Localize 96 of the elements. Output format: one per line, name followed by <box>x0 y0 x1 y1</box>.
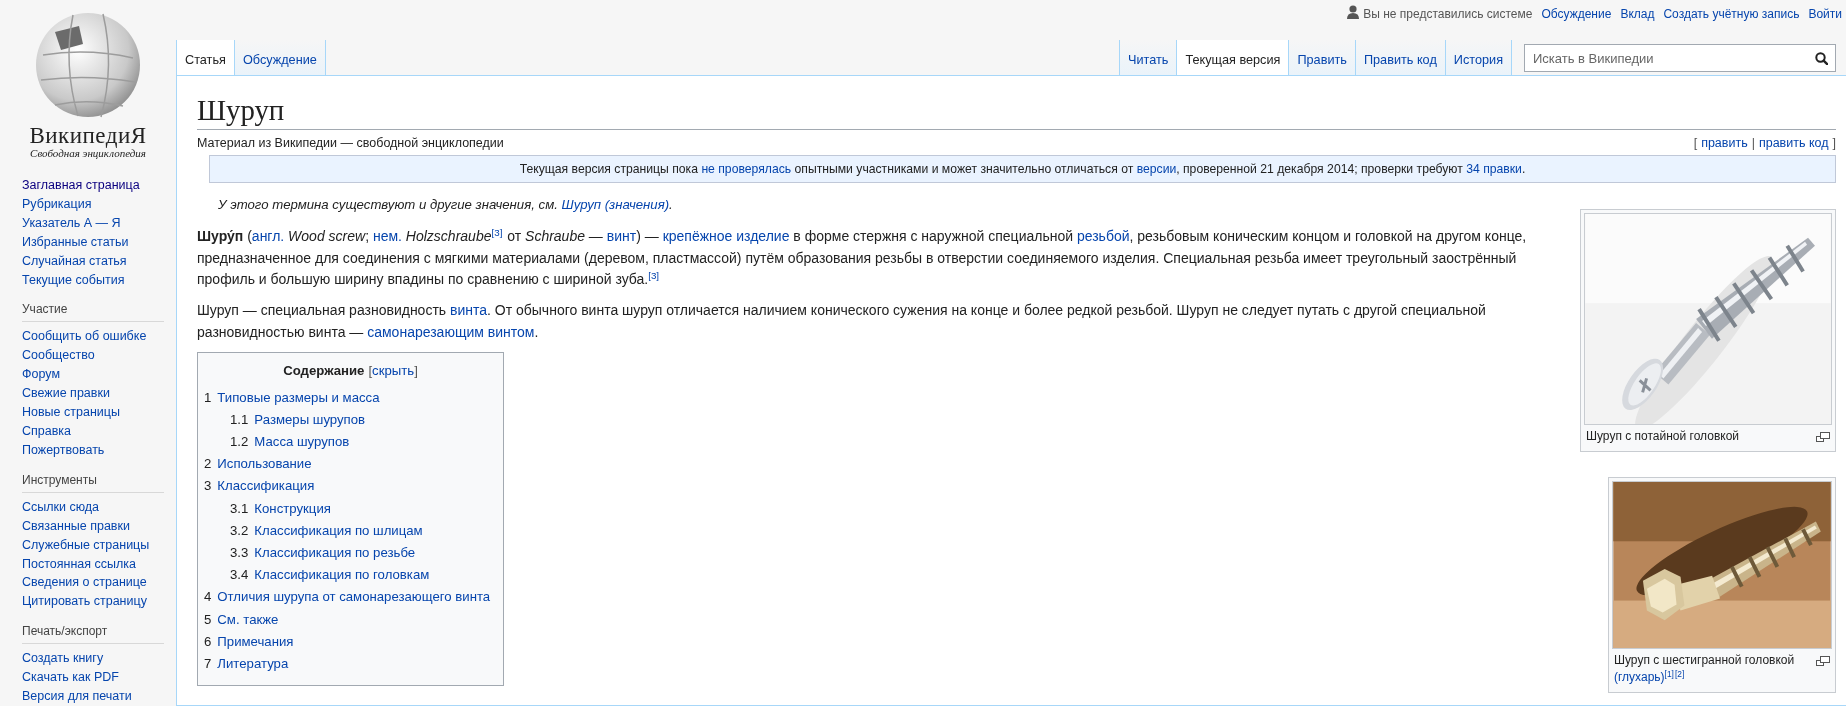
toc-link[interactable]: Размеры шурупов <box>254 411 366 427</box>
sidebar-link[interactable]: Новые страницы <box>22 403 176 422</box>
personal-link[interactable]: Обсуждение <box>1541 5 1612 23</box>
sidebar-heading: Участие <box>22 300 164 323</box>
toc-link[interactable]: Литература <box>217 656 289 671</box>
notice-text: Текущая версия страницы пока не проверялась опытными участниками и может значительно отличаться от версии, проверенной 21 декабря 2014; проверки требуют 34 правки. <box>519 162 1526 177</box>
link[interactable]: крепёжное изделие <box>662 227 790 244</box>
reference-link[interactable]: [3] <box>491 228 503 238</box>
enlarge-icon[interactable] <box>1816 656 1830 667</box>
personal-link[interactable]: Войти <box>1808 5 1842 23</box>
user-icon <box>1347 5 1360 19</box>
sidebar-link[interactable]: Свежие правки <box>22 384 176 404</box>
reference-link[interactable]: [3] <box>648 271 660 282</box>
toc-number: 7 <box>204 656 213 671</box>
toc-link[interactable]: Конструкция <box>254 500 331 516</box>
toc-number: 5 <box>204 611 213 627</box>
link[interactable]: винт <box>606 227 637 244</box>
edit-link[interactable]: править код <box>1758 136 1829 151</box>
sidebar-link[interactable]: Создать книгу <box>22 649 176 669</box>
paragraph: Шуруп — специальная разновидность винта. От обычного винта шуруп отличается наличием конического сужения на конце и более редкой резьбой. Шуруп не следует путать с другой специальной разновидностью винта — самонарезающим винтом. <box>197 301 1487 342</box>
toc-number: 4 <box>204 589 213 605</box>
tab[interactable]: Править <box>1289 40 1356 75</box>
tagline: Свободная энциклопедия <box>30 147 146 161</box>
enlarge-icon[interactable] <box>1816 432 1830 443</box>
toc-number: 3.1 <box>230 500 250 516</box>
bracket: [ <box>368 363 373 379</box>
toc-number: 6 <box>204 633 213 649</box>
toc-link[interactable]: Классификация <box>217 478 315 494</box>
personal-link[interactable]: Вклад <box>1620 5 1655 23</box>
caption: Шуруп с потайной головкой <box>1586 428 1740 446</box>
edit-link[interactable]: править <box>1701 136 1748 151</box>
separator: | <box>1751 136 1755 151</box>
link[interactable]: резьбой <box>1076 227 1130 244</box>
link[interactable]: (глухарь) <box>1614 670 1665 685</box>
toc-number: 2 <box>204 456 213 472</box>
wordmark: ВикипедиЯ <box>29 124 147 147</box>
toc-number: 3.2 <box>230 522 250 538</box>
toc-link[interactable]: Примечания <box>217 633 294 649</box>
link[interactable]: 34 правки <box>1466 162 1522 177</box>
reference-link[interactable]: [1] <box>1664 669 1674 679</box>
sidebar-link[interactable]: Цитировать страницу <box>22 592 176 612</box>
sidebar-link[interactable]: Служебные страницы <box>22 535 176 555</box>
sidebar-heading: Печать/экспорт <box>22 622 164 645</box>
page-subtitle: Материал из Википедии — свободной энциклопедии <box>197 135 504 153</box>
sidebar-link[interactable]: Пожертвовать <box>22 440 176 460</box>
page-title: Шуруп <box>197 90 1836 131</box>
sidebar-link[interactable]: Указатель А — Я <box>22 213 176 233</box>
tab[interactable]: Статья <box>177 40 235 76</box>
search-field[interactable]: Искать в Википедии <box>1524 44 1836 72</box>
anonymous-label: Вы не представились системе <box>1363 6 1533 23</box>
sidebar-link[interactable]: Связанные правки <box>22 516 176 536</box>
sidebar-link[interactable]: Рубрикация <box>22 194 176 214</box>
sidebar-link[interactable]: Постоянная ссылка <box>22 554 176 574</box>
link[interactable]: нем. <box>372 227 402 244</box>
sidebar-link[interactable]: Избранные статьи <box>22 232 176 252</box>
bracket: [ <box>1693 136 1698 151</box>
sidebar-link[interactable]: Справка <box>22 421 176 441</box>
reference-link[interactable]: [2] <box>1674 669 1685 679</box>
toc-number: 1.2 <box>230 433 250 449</box>
toc-title: Содержание <box>283 363 365 379</box>
sidebar-link[interactable]: Случайная статья <box>22 251 176 271</box>
sidebar-link[interactable]: Заглавная страница <box>22 176 176 195</box>
toc-number: 3 <box>204 478 213 494</box>
tab[interactable]: Править код <box>1355 40 1446 75</box>
toc-number: 1.1 <box>230 411 250 427</box>
personal-link[interactable]: Создать учётную запись <box>1663 5 1800 23</box>
toc-link[interactable]: Типовые размеры и масса <box>217 389 380 405</box>
tab[interactable]: Обсуждение <box>234 40 326 75</box>
sidebar-link[interactable]: Форум <box>22 365 176 385</box>
sidebar-link[interactable]: Сообщить об ошибке <box>22 327 176 347</box>
sidebar-heading: Инструменты <box>22 470 164 493</box>
sidebar-link[interactable]: Сообщество <box>22 346 176 366</box>
toc-link[interactable]: Классификация по шлицам <box>254 522 423 538</box>
sidebar-link[interactable]: Сведения о странице <box>22 573 176 593</box>
toc-number: 3.4 <box>230 567 250 583</box>
search-icon[interactable] <box>1815 52 1828 65</box>
sidebar-link[interactable]: Ссылки сюда <box>22 497 176 517</box>
sidebar-link[interactable]: Скачать как PDF <box>22 668 176 688</box>
sidebar-link[interactable]: Версия для печати <box>22 687 176 706</box>
toc-link[interactable]: Классификация по резьбе <box>254 545 416 560</box>
tab[interactable]: История <box>1445 40 1512 75</box>
toc-number: 3.3 <box>230 545 250 560</box>
link[interactable]: англ. <box>251 227 285 244</box>
toc-link[interactable]: Масса шурупов <box>254 433 350 449</box>
hatnote: У этого термина существуют и другие значения, см. Шуруп (значения). <box>217 196 674 215</box>
bracket: ] <box>1832 136 1836 151</box>
bracket: ] <box>414 363 418 379</box>
toc-link[interactable]: Отличия шурупа от самонарезающего винта <box>217 589 491 605</box>
link[interactable]: не проверялась <box>701 162 792 177</box>
toc-number: 1 <box>204 389 213 405</box>
sidebar-link[interactable]: Текущие события <box>22 270 176 290</box>
toc-link[interactable]: См. также <box>217 611 279 627</box>
toc-link[interactable]: Классификация по головкам <box>254 567 430 583</box>
toc-link[interactable]: Использование <box>217 456 312 472</box>
tab[interactable]: Текущая версия <box>1177 40 1290 76</box>
tab[interactable]: Читать <box>1119 40 1178 75</box>
